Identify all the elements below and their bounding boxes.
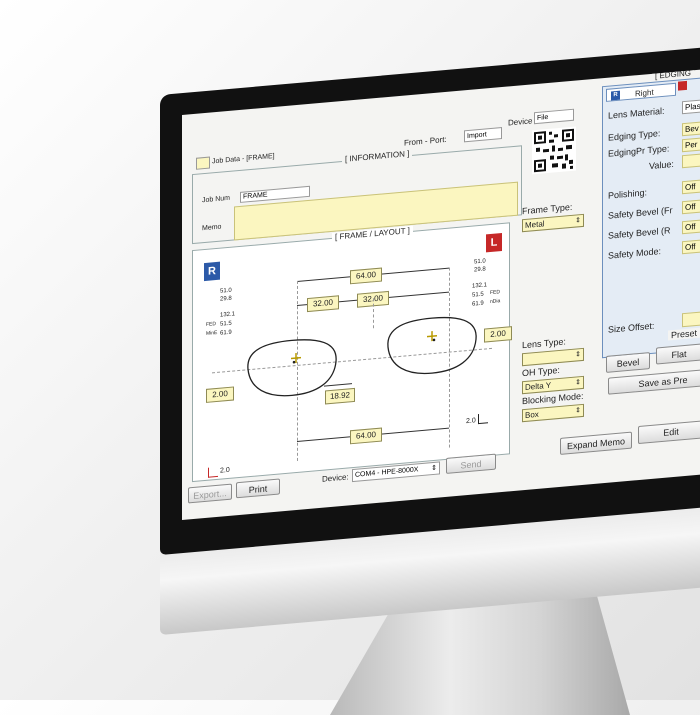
bridge-value: 18.92	[325, 387, 355, 405]
bottom-device-label: Device:	[322, 472, 349, 484]
left-meas-a: 51.0	[474, 258, 486, 266]
frame-type-label: Frame Type:	[522, 201, 573, 217]
half-left-value: 32.00	[307, 295, 339, 313]
tab-right-badge: R	[611, 90, 620, 101]
oh-type-label: OH Type:	[522, 364, 560, 379]
right-meas-b: 29.8	[220, 295, 232, 303]
device-input[interactable]: File	[534, 108, 574, 125]
blocking-mode-select[interactable]: Box ⇕	[522, 403, 584, 423]
chevron-down-icon: ⇕	[575, 379, 581, 387]
chevron-down-icon: ⇕	[431, 464, 437, 473]
chevron-down-icon: ⇕	[575, 407, 581, 415]
size-offset-input[interactable]	[682, 310, 700, 328]
axis-indicator-right	[478, 413, 488, 425]
safety-bevel-rear-select[interactable]: Off	[682, 218, 700, 235]
flat-preset-button[interactable]: Flat	[656, 343, 700, 365]
expand-memo-button[interactable]: Expand Memo	[560, 431, 632, 455]
left-meas-fed: 51.5	[472, 291, 484, 299]
left-meas-b: 29.8	[474, 266, 486, 274]
frame-type-select[interactable]: Metal ⇕	[522, 213, 584, 233]
height-right-value: 2.00	[484, 326, 512, 343]
from-port-label: From - Port:	[404, 134, 447, 148]
safety-bevel-front-select[interactable]: Off	[682, 198, 700, 215]
top-width-value: 64.00	[350, 267, 382, 285]
send-button[interactable]: Send	[446, 453, 496, 474]
left-eye-badge: L	[486, 233, 502, 253]
edit-button[interactable]: Edit	[638, 420, 700, 445]
right-eye-badge: R	[204, 261, 220, 282]
tab-left-badge[interactable]	[678, 80, 687, 91]
bottom-width-value: 64.00	[350, 427, 382, 445]
window-title: Job Data - [FRAME]	[212, 152, 275, 166]
qr-code	[532, 126, 576, 175]
right-meas-a: 51.0	[220, 287, 232, 295]
height-left-value: 2.00	[206, 386, 234, 403]
lens-type-label: Lens Type:	[522, 336, 566, 351]
bevel-preset-button[interactable]: Bevel	[606, 352, 650, 373]
right-meas-mine: 61.9	[220, 329, 232, 337]
left-ndia-label: nDia	[490, 298, 501, 306]
lens-type-select[interactable]: ⇕	[522, 347, 584, 367]
edging-type-select[interactable]: Bev	[682, 120, 700, 137]
right-mine-label: MinE	[206, 329, 218, 337]
axis-value-right: 2.0	[466, 417, 476, 426]
tab-right-label: Right	[635, 87, 654, 99]
export-button[interactable]: Export...	[188, 483, 232, 504]
from-port-input[interactable]: Import	[464, 127, 502, 143]
safety-mode-select[interactable]: Off	[682, 238, 700, 255]
right-fed-label: FED	[206, 321, 216, 328]
polishing-select[interactable]: Off	[682, 178, 700, 195]
edging-pr-type-select[interactable]: Per	[682, 136, 700, 153]
axis-value-left: 2.0	[220, 466, 230, 475]
axis-indicator-left	[208, 466, 218, 478]
window-icon	[196, 156, 210, 170]
save-as-preset-button[interactable]: Save as Pre	[608, 368, 700, 395]
chevron-down-icon: ⇕	[575, 351, 581, 359]
value-input[interactable]	[682, 152, 700, 169]
lens-material-select[interactable]: Plas	[682, 98, 700, 115]
left-fed-label: FED	[490, 289, 500, 297]
device-label: Device	[508, 116, 533, 128]
right-meas-fed: 51.5	[220, 320, 232, 328]
app-window: Job Data - [FRAME] [ INFORMATION ] From …	[182, 67, 700, 521]
chevron-down-icon: ⇕	[575, 217, 581, 225]
print-button[interactable]: Print	[236, 478, 280, 499]
